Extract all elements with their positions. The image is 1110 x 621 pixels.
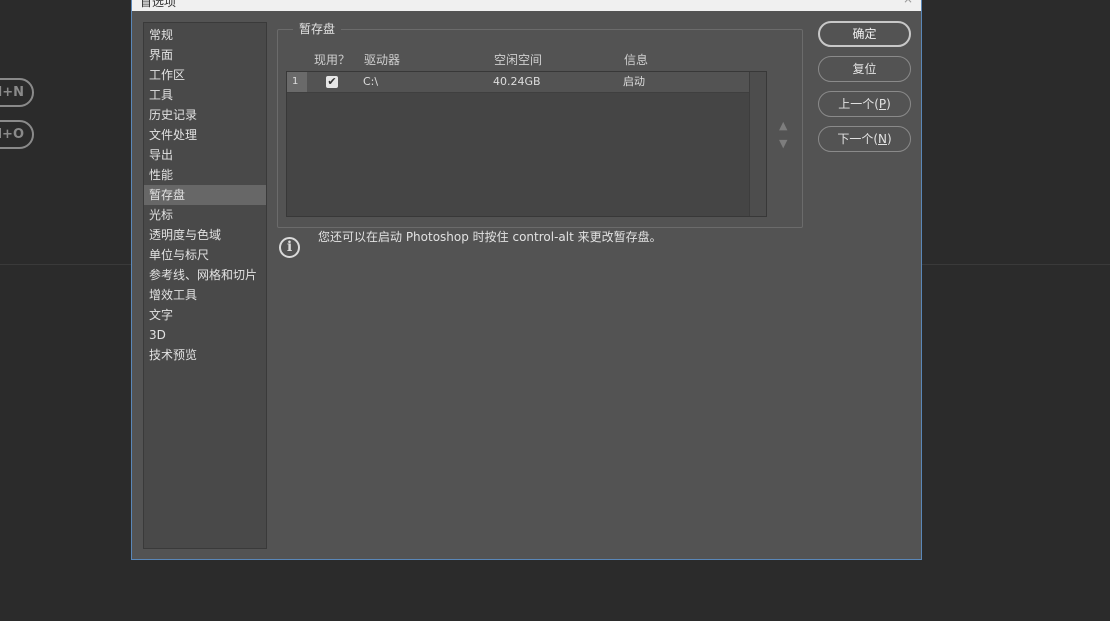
- sidebar-item-scratch-disks[interactable]: 暂存盘: [144, 185, 266, 205]
- reset-button[interactable]: 复位: [818, 56, 911, 82]
- sidebar-item-file-handling[interactable]: 文件处理: [144, 125, 266, 145]
- dialog-titlebar: 首选项 ×: [132, 0, 921, 11]
- scratch-disk-list: 1 ✔ C:\ 40.24GB 启动: [286, 71, 767, 217]
- dialog-title: 首选项: [140, 0, 177, 9]
- sidebar-item-guides-grid[interactable]: 参考线、网格和切片: [144, 265, 266, 285]
- column-header-drive: 驱动器: [364, 53, 401, 67]
- sidebar-item-3d[interactable]: 3D: [144, 325, 266, 345]
- next-button-key: N: [878, 132, 887, 146]
- sidebar-item-history[interactable]: 历史记录: [144, 105, 266, 125]
- list-scrollbar[interactable]: [749, 72, 766, 216]
- ok-button-label: 确定: [852, 27, 877, 41]
- move-down-icon[interactable]: ▼: [779, 135, 787, 153]
- table-row[interactable]: 1 ✔ C:\ 40.24GB 启动: [287, 72, 750, 93]
- sidebar-item-general[interactable]: 常规: [144, 25, 266, 45]
- close-icon[interactable]: ×: [903, 0, 913, 6]
- next-button-label: 下一个(: [837, 132, 878, 146]
- info-message: 您还可以在启动 Photoshop 时按住 control-alt 来更改暂存盘…: [318, 230, 662, 244]
- sidebar-item-plugins[interactable]: 增效工具: [144, 285, 266, 305]
- sidebar-item-type[interactable]: 文字: [144, 305, 266, 325]
- previous-button-paren: ): [886, 97, 891, 111]
- scratch-disks-title: 暂存盘: [293, 20, 342, 37]
- sidebar-item-export[interactable]: 导出: [144, 145, 266, 165]
- column-header-active: 现用？: [314, 53, 351, 67]
- next-button[interactable]: 下一个(N): [818, 126, 911, 152]
- reset-button-label: 复位: [852, 62, 877, 76]
- ok-button[interactable]: 确定: [818, 21, 911, 47]
- active-checkbox[interactable]: ✔: [326, 76, 338, 88]
- sidebar-item-workspace[interactable]: 工作区: [144, 65, 266, 85]
- next-button-paren: ): [886, 132, 892, 146]
- sidebar-item-tech-preview[interactable]: 技术预览: [144, 345, 266, 365]
- column-header-free-space: 空闲空间: [494, 53, 543, 67]
- sidebar-item-cursors[interactable]: 光标: [144, 205, 266, 225]
- free-space-cell: 40.24GB: [493, 75, 541, 88]
- row-index: 1: [287, 72, 307, 92]
- info-icon: i: [279, 237, 300, 258]
- sidebar-item-units-rulers[interactable]: 单位与标尺: [144, 245, 266, 265]
- info-cell: 启动: [623, 75, 645, 88]
- sidebar-item-tools[interactable]: 工具: [144, 85, 266, 105]
- sidebar-item-performance[interactable]: 性能: [144, 165, 266, 185]
- sidebar-item-transparency[interactable]: 透明度与色域: [144, 225, 266, 245]
- previous-button[interactable]: 上一个(P): [818, 91, 911, 117]
- column-header-info: 信息: [624, 53, 649, 67]
- preferences-sidebar: 常规 界面 工作区 工具 历史记录 文件处理 导出 性能 暂存盘 光标 透明度与…: [143, 22, 267, 549]
- new-shortcut-pill[interactable]: l+N: [0, 78, 34, 107]
- preferences-dialog: 首选项 × 常规 界面 工作区 工具 历史记录 文件处理 导出 性能 暂存盘 光…: [131, 0, 922, 560]
- previous-button-label: 上一个(: [838, 97, 879, 111]
- drive-cell: C:\: [363, 75, 379, 88]
- move-up-icon[interactable]: ▲: [779, 117, 787, 135]
- reorder-arrows: ▲ ▼: [779, 117, 787, 153]
- open-shortcut-pill[interactable]: l+O: [0, 120, 34, 149]
- sidebar-item-interface[interactable]: 界面: [144, 45, 266, 65]
